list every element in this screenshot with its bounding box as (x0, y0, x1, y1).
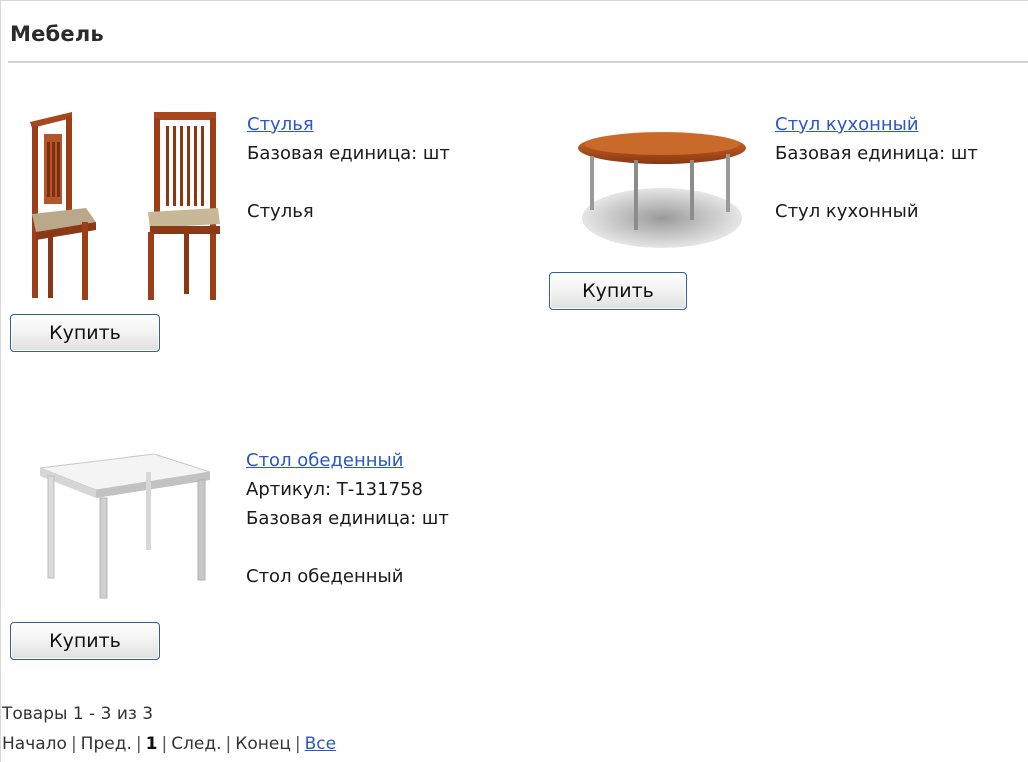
product-unit-3: Базовая единица: шт (246, 508, 449, 529)
product-link-1[interactable]: Стулья (247, 114, 314, 135)
product-link-2[interactable]: Стул кухонный (775, 114, 919, 135)
pager-next: След. (171, 734, 222, 754)
product-info-3: Стол обеденный Артикул: Т-131758 Базовая… (246, 446, 449, 591)
product-image-chairs[interactable] (24, 104, 226, 304)
pager-prev: Пред. (80, 734, 132, 754)
title-divider (8, 61, 1028, 63)
product-link-3[interactable]: Стол обеденный (246, 450, 403, 471)
product-info-2: Стул кухонный Базовая единица: шт Стул к… (775, 110, 978, 226)
product-image-round-table[interactable] (564, 114, 756, 264)
pager-current-page: 1 (145, 734, 158, 754)
product-info-1: Стулья Базовая единица: шт Стулья (247, 110, 450, 226)
product-unit-1: Базовая единица: шт (247, 143, 450, 164)
product-description-1: Стулья (247, 201, 314, 222)
product-description-3: Стол обеденный (246, 566, 404, 587)
product-article-3: Артикул: Т-131758 (246, 479, 423, 500)
pager-separator: | (161, 734, 168, 754)
dining-table-image (39, 453, 211, 599)
pager-last: Конец (235, 734, 291, 754)
pager-all-link[interactable]: Все (305, 734, 336, 754)
pager-separator: | (135, 734, 142, 754)
pager: Начало | Пред. | 1 | След. | Конец | Все (2, 734, 336, 754)
product-unit-2: Базовая единица: шт (775, 143, 978, 164)
chairs-image (30, 112, 220, 300)
category-title: Мебель (10, 22, 104, 46)
buy-button-2[interactable]: Купить (549, 272, 687, 310)
buy-button-1[interactable]: Купить (10, 314, 160, 352)
product-spacer-2 (775, 168, 978, 197)
round-table-image (578, 132, 746, 248)
pager-separator: | (294, 734, 301, 754)
buy-button-3[interactable]: Купить (10, 622, 160, 660)
product-spacer-3 (246, 533, 449, 562)
pager-separator: | (70, 734, 77, 754)
product-spacer-1 (247, 168, 450, 197)
pager-separator: | (225, 734, 232, 754)
pager-summary: Товары 1 - 3 из 3 (2, 704, 154, 724)
product-description-2: Стул кухонный (775, 201, 919, 222)
pager-first: Начало (2, 734, 67, 754)
product-image-dining-table[interactable] (26, 448, 216, 608)
